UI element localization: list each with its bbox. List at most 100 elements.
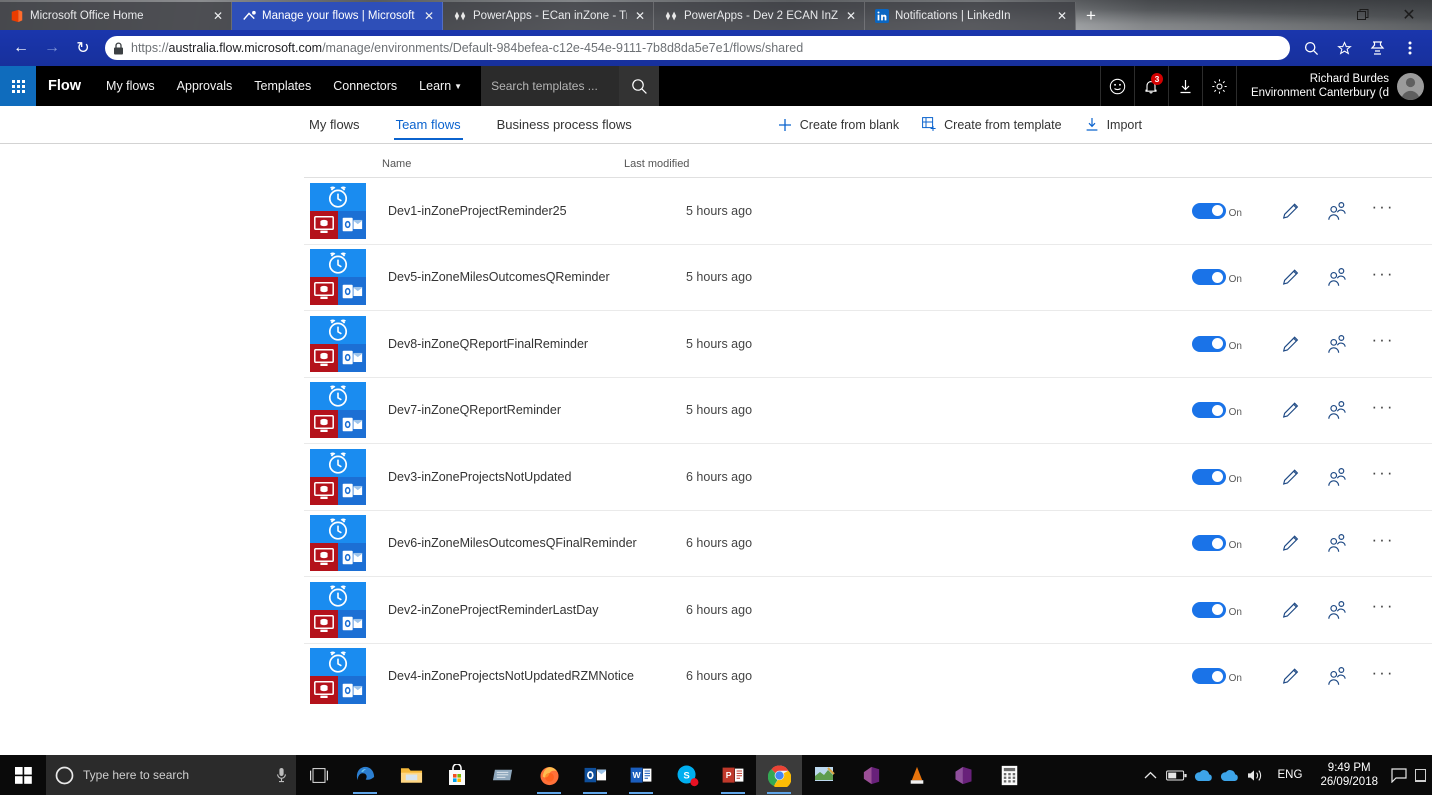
tab-close-icon[interactable]: ✕ <box>422 9 436 23</box>
table-row[interactable]: Dev3-inZoneProjectsNotUpdated 6 hours ag… <box>304 443 1432 510</box>
tray-expand-chevron-icon[interactable] <box>1138 755 1164 795</box>
toggle-switch[interactable] <box>1192 469 1226 485</box>
flow-enabled-toggle[interactable]: On <box>1192 269 1242 285</box>
taskbar-app-calculator[interactable] <box>986 755 1032 795</box>
share-flow-button[interactable] <box>1314 467 1360 487</box>
volume-icon[interactable] <box>1242 755 1268 795</box>
create-from-blank-button[interactable]: Create from blank <box>777 117 899 133</box>
windows-start-button[interactable] <box>0 755 46 795</box>
flow-enabled-toggle[interactable]: On <box>1192 602 1242 618</box>
forward-button[interactable]: → <box>41 37 63 59</box>
table-row[interactable]: Dev8-inZoneQReportFinalReminder 5 hours … <box>304 310 1432 377</box>
browser-tab[interactable]: Microsoft Office Home ✕ <box>0 2 232 30</box>
edit-flow-button[interactable] <box>1268 600 1314 620</box>
reload-button[interactable]: ↻ <box>72 37 94 59</box>
tab-close-icon[interactable]: ✕ <box>633 9 647 23</box>
nav-item-templates[interactable]: Templates <box>243 66 322 106</box>
task-view-button[interactable] <box>296 755 342 795</box>
flow-enabled-toggle[interactable]: On <box>1192 668 1242 684</box>
new-tab-button[interactable]: + <box>1076 2 1106 30</box>
more-options-button[interactable]: ··· <box>1360 663 1406 690</box>
onedrive-icon[interactable] <box>1190 755 1216 795</box>
extension-icon[interactable] <box>1365 36 1389 60</box>
table-row[interactable]: Dev1-inZoneProjectReminder25 5 hours ago… <box>304 177 1432 244</box>
taskbar-app-visual-studio-code[interactable] <box>848 755 894 795</box>
flow-name[interactable]: Dev4-inZoneProjectsNotUpdatedRZMNotice <box>366 669 686 683</box>
restore-window-button[interactable] <box>1340 0 1386 30</box>
notifications-bell-icon[interactable]: 3 <box>1134 66 1168 106</box>
flow-enabled-toggle[interactable]: On <box>1192 535 1242 551</box>
more-options-button[interactable]: ··· <box>1360 197 1406 224</box>
onedrive-personal-icon[interactable] <box>1216 755 1242 795</box>
flow-name[interactable]: Dev5-inZoneMilesOutcomesQReminder <box>366 270 686 284</box>
taskbar-app-microsoft-store[interactable] <box>434 755 480 795</box>
share-flow-button[interactable] <box>1314 267 1360 287</box>
nav-item-approvals[interactable]: Approvals <box>166 66 244 106</box>
clock[interactable]: 9:49 PM 26/09/2018 <box>1312 761 1386 789</box>
nav-item-connectors[interactable]: Connectors <box>322 66 408 106</box>
nav-item-my-flows[interactable]: My flows <box>95 66 166 106</box>
user-account-menu[interactable]: Richard Burdes Environment Canterbury (d <box>1236 66 1432 106</box>
tab-close-icon[interactable]: ✕ <box>1055 9 1069 23</box>
edit-flow-button[interactable] <box>1268 666 1314 686</box>
more-options-button[interactable]: ··· <box>1360 330 1406 357</box>
download-icon[interactable] <box>1168 66 1202 106</box>
toggle-switch[interactable] <box>1192 269 1226 285</box>
flow-enabled-toggle[interactable]: On <box>1192 336 1242 352</box>
taskbar-app-skype[interactable]: S <box>664 755 710 795</box>
flow-name[interactable]: Dev8-inZoneQReportFinalReminder <box>366 337 686 351</box>
taskbar-app-vlc[interactable] <box>894 755 940 795</box>
edit-flow-button[interactable] <box>1268 467 1314 487</box>
flow-brand-label[interactable]: Flow <box>36 66 95 106</box>
star-icon[interactable] <box>1332 36 1356 60</box>
table-row[interactable]: Dev7-inZoneQReportReminder 5 hours ago O… <box>304 377 1432 444</box>
share-flow-button[interactable] <box>1314 600 1360 620</box>
table-row[interactable]: Dev2-inZoneProjectReminderLastDay 6 hour… <box>304 576 1432 643</box>
flow-name[interactable]: Dev7-inZoneQReportReminder <box>366 403 686 417</box>
tab-close-icon[interactable]: ✕ <box>844 9 858 23</box>
edit-flow-button[interactable] <box>1268 400 1314 420</box>
search-submit-button[interactable] <box>619 66 659 106</box>
table-row[interactable]: Dev5-inZoneMilesOutcomesQReminder 5 hour… <box>304 244 1432 311</box>
table-row[interactable]: Dev6-inZoneMilesOutcomesQFinalReminder 6… <box>304 510 1432 577</box>
flow-enabled-toggle[interactable]: On <box>1192 203 1242 219</box>
taskbar-app-file-explorer[interactable] <box>388 755 434 795</box>
address-bar[interactable]: https://australia.flow.microsoft.com/man… <box>105 36 1290 60</box>
input-language-indicator[interactable]: ENG <box>1268 769 1313 781</box>
more-options-button[interactable]: ··· <box>1360 530 1406 557</box>
flow-name[interactable]: Dev6-inZoneMilesOutcomesQFinalReminder <box>366 536 686 550</box>
tab-close-icon[interactable]: ✕ <box>211 9 225 23</box>
toggle-switch[interactable] <box>1192 203 1226 219</box>
share-flow-button[interactable] <box>1314 533 1360 553</box>
share-flow-button[interactable] <box>1314 666 1360 686</box>
tab-business-process-flows[interactable]: Business process flows <box>493 106 636 143</box>
show-desktop-button[interactable] <box>1412 755 1428 795</box>
avatar[interactable] <box>1397 73 1424 100</box>
share-flow-button[interactable] <box>1314 334 1360 354</box>
close-window-button[interactable]: ✕ <box>1386 0 1432 30</box>
tab-my-flows[interactable]: My flows <box>305 106 364 143</box>
flow-name[interactable]: Dev2-inZoneProjectReminderLastDay <box>366 603 686 617</box>
taskbar-app-chrome[interactable] <box>756 755 802 795</box>
edit-flow-button[interactable] <box>1268 267 1314 287</box>
search-icon[interactable] <box>1299 36 1323 60</box>
taskbar-app-sticky-notes[interactable] <box>480 755 526 795</box>
more-options-button[interactable]: ··· <box>1360 596 1406 623</box>
browser-tab[interactable]: PowerApps - Dev 2 ECAN InZone ✕ <box>654 2 865 30</box>
browser-tab[interactable]: Notifications | LinkedIn ✕ <box>865 2 1076 30</box>
microphone-icon[interactable] <box>276 767 287 783</box>
nav-item-learn[interactable]: Learn ▼ <box>408 66 473 106</box>
action-center-icon[interactable] <box>1386 755 1412 795</box>
more-options-button[interactable]: ··· <box>1360 463 1406 490</box>
smiley-feedback-icon[interactable] <box>1100 66 1134 106</box>
browser-tab[interactable]: PowerApps - ECan inZone - Train ✕ <box>443 2 654 30</box>
toggle-switch[interactable] <box>1192 402 1226 418</box>
toggle-switch[interactable] <box>1192 668 1226 684</box>
cortana-search-box[interactable]: Type here to search <box>46 755 296 795</box>
flow-name[interactable]: Dev1-inZoneProjectReminder25 <box>366 204 686 218</box>
taskbar-app-edge[interactable] <box>342 755 388 795</box>
taskbar-app-firefox[interactable] <box>526 755 572 795</box>
toggle-switch[interactable] <box>1192 602 1226 618</box>
taskbar-app-paint[interactable] <box>802 755 848 795</box>
taskbar-app-visual-studio[interactable] <box>940 755 986 795</box>
